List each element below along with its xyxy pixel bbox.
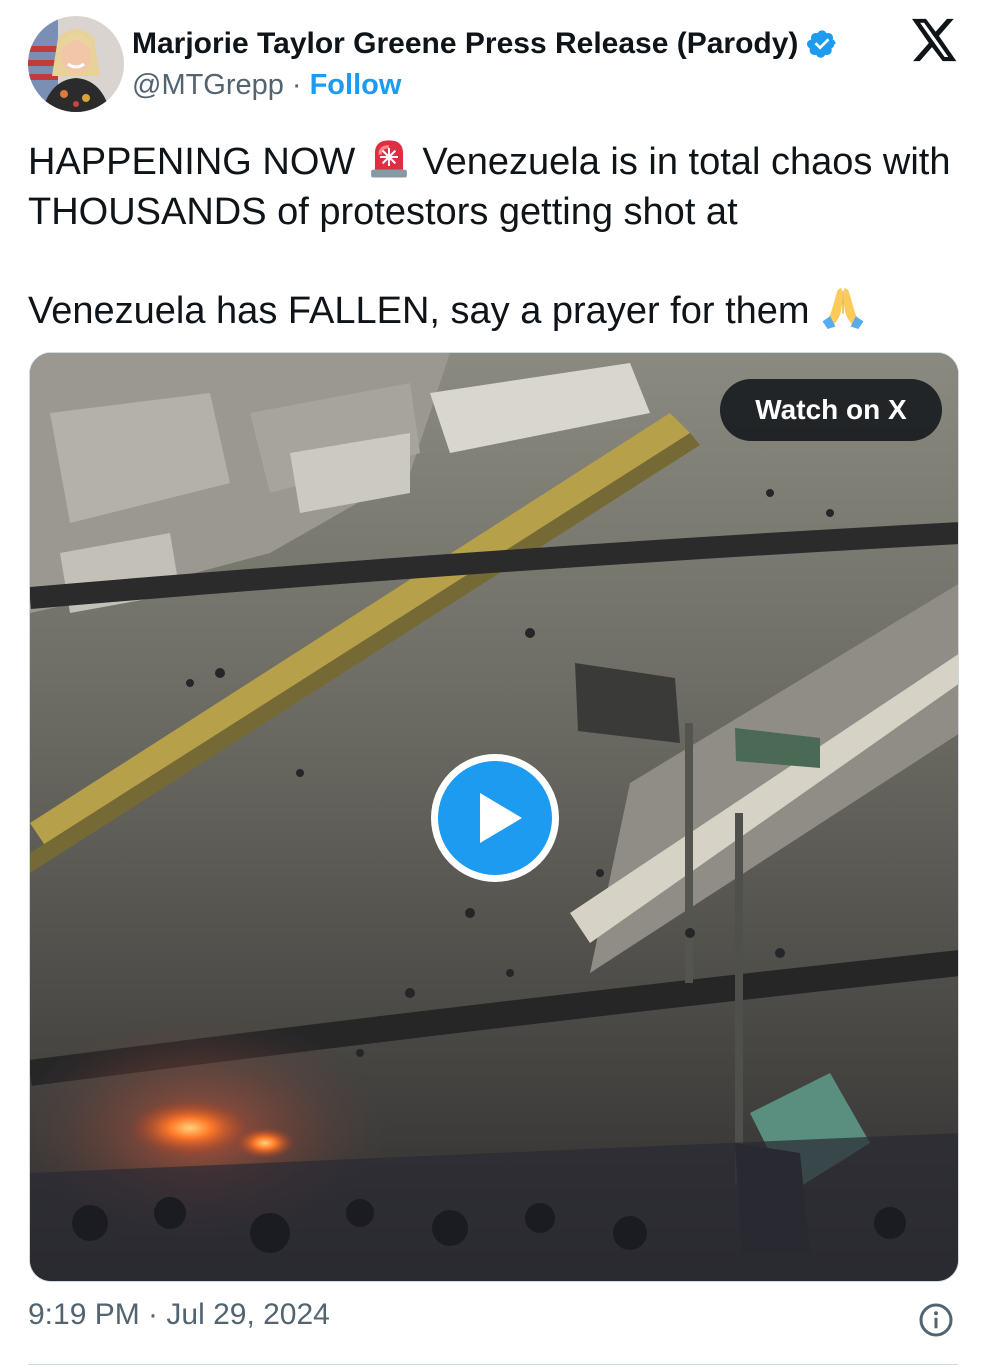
author-avatar[interactable] <box>28 16 124 112</box>
police-light-emoji-icon <box>370 140 407 178</box>
watch-on-x-button[interactable]: Watch on X <box>720 379 942 441</box>
tweet-paragraph-1: HAPPENING NOW Venezuela is in total chao… <box>28 134 958 237</box>
author-handle-row: @MTGrepp · Follow <box>132 66 401 104</box>
separator-dot: · <box>291 68 302 101</box>
tweet-card: Marjorie Taylor Greene Press Release (Pa… <box>0 0 990 1368</box>
info-icon[interactable] <box>918 1302 954 1338</box>
folded-hands-emoji-icon <box>822 288 864 329</box>
play-icon[interactable] <box>428 751 562 885</box>
profile-photo-icon <box>28 16 124 112</box>
video-media[interactable]: Watch on X <box>29 352 959 1282</box>
tweet-timestamp[interactable]: 9:19 PM · Jul 29, 2024 <box>28 1298 330 1332</box>
tweet-text-part: HAPPENING NOW <box>28 141 366 183</box>
tweet-text-part: Venezuela has FALLEN, say a prayer for t… <box>28 290 821 332</box>
author-handle[interactable]: @MTGrepp <box>132 69 284 102</box>
follow-button[interactable]: Follow <box>310 69 402 102</box>
author-display-name[interactable]: Marjorie Taylor Greene Press Release (Pa… <box>132 27 798 61</box>
x-logo-icon[interactable] <box>912 18 958 62</box>
author-name-row: Marjorie Taylor Greene Press Release (Pa… <box>132 24 838 64</box>
footer-divider <box>28 1364 958 1365</box>
tweet-text: HAPPENING NOW Venezuela is in total chao… <box>28 134 958 336</box>
verified-badge-icon[interactable] <box>806 28 838 60</box>
tweet-paragraph-2: Venezuela has FALLEN, say a prayer for t… <box>28 283 958 336</box>
